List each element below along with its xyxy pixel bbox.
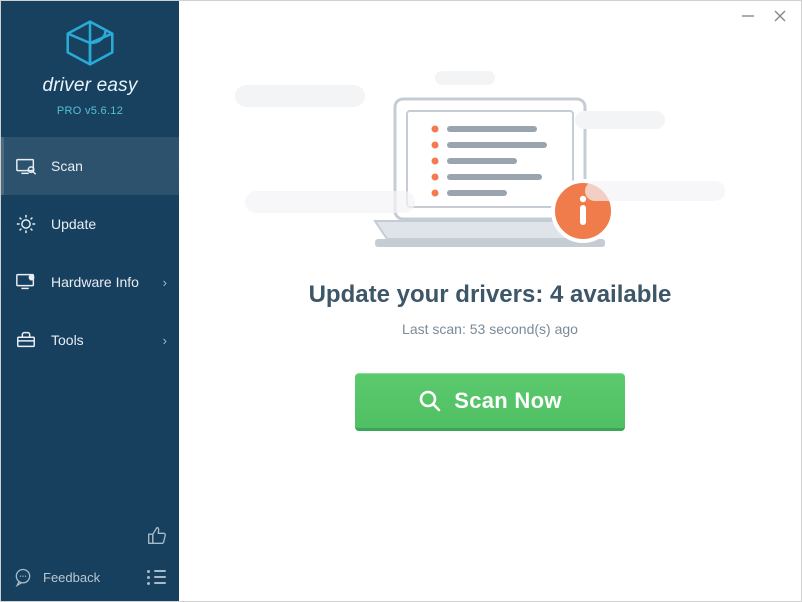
- thumbs-up-icon[interactable]: [147, 525, 167, 545]
- close-button[interactable]: [773, 9, 787, 23]
- monitor-info-icon: 1: [15, 271, 37, 293]
- app-root: driver easy PRO v5.6.12 Scan: [1, 1, 801, 601]
- sidebar-item-update[interactable]: Update: [1, 195, 179, 253]
- scan-button-label: Scan Now: [454, 388, 562, 414]
- sidebar-item-label: Hardware Info: [51, 274, 139, 290]
- brand-block: driver easy PRO v5.6.12: [1, 1, 179, 131]
- minimize-button[interactable]: [741, 9, 755, 23]
- info-badge-icon: [553, 181, 613, 241]
- sidebar-item-tools[interactable]: Tools ›: [1, 311, 179, 369]
- sidebar-item-label: Scan: [51, 158, 83, 174]
- list-icon[interactable]: [146, 569, 167, 586]
- gear-arrows-icon: [15, 213, 37, 235]
- toolbox-icon: [15, 329, 37, 351]
- feedback-label: Feedback: [43, 570, 100, 585]
- laptop-illustration: [335, 91, 645, 259]
- search-icon: [418, 389, 442, 413]
- sidebar-item-label: Update: [51, 216, 96, 232]
- scan-headline: Update your drivers: 4 available: [309, 281, 672, 309]
- window-controls: [727, 1, 801, 31]
- logo-icon: [62, 19, 118, 67]
- brand-version: PRO v5.6.12: [57, 105, 123, 117]
- chevron-right-icon: ›: [163, 333, 167, 348]
- brand-name: driver easy: [42, 75, 137, 97]
- chevron-right-icon: ›: [163, 275, 167, 290]
- sidebar-bottom: Feedback: [1, 557, 179, 601]
- feedback-button[interactable]: Feedback: [13, 567, 100, 587]
- sidebar-item-label: Tools: [51, 332, 84, 348]
- close-icon: [773, 9, 787, 23]
- magnifier-monitor-icon: [15, 155, 37, 177]
- main-panel: Update your drivers: 4 available Last sc…: [179, 1, 801, 601]
- sidebar: driver easy PRO v5.6.12 Scan: [1, 1, 179, 601]
- sidebar-item-scan[interactable]: Scan: [1, 137, 179, 195]
- speech-bubble-icon: [13, 567, 33, 587]
- sidebar-like-row: [1, 525, 179, 545]
- minimize-icon: [741, 9, 755, 23]
- scan-now-button[interactable]: Scan Now: [355, 373, 625, 431]
- sidebar-item-hardware-info[interactable]: 1 Hardware Info ›: [1, 253, 179, 311]
- sidebar-nav: Scan Update 1: [1, 137, 179, 369]
- last-scan-text: Last scan: 53 second(s) ago: [402, 321, 578, 337]
